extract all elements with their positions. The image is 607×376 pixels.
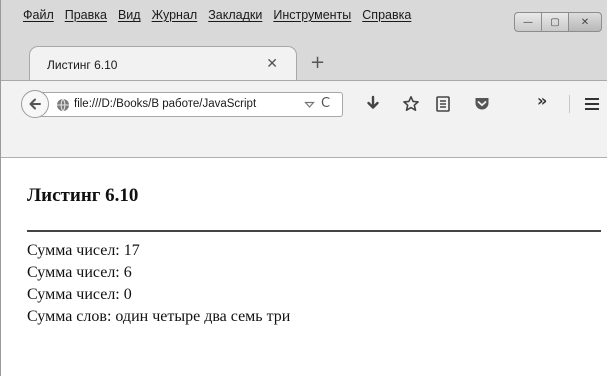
page-content: Листинг 6.10 Сумма чисел: 17 Сумма чисел… <box>1 158 607 376</box>
menu-tools[interactable]: Инструменты <box>273 8 351 22</box>
output-line: Сумма чисел: 0 <box>27 286 132 303</box>
download-icon <box>367 95 379 109</box>
reading-list-button[interactable] <box>432 93 454 115</box>
maximize-icon: ▢ <box>550 16 560 28</box>
menu-bookmarks[interactable]: Закладки <box>208 8 262 22</box>
reload-icon[interactable]: C <box>321 96 330 111</box>
menu-view[interactable]: Вид <box>118 8 141 22</box>
close-icon: ✕ <box>580 16 590 28</box>
hamburger-menu-icon <box>585 98 599 110</box>
back-arrow-icon <box>29 98 41 110</box>
menu-bar: Файл Правка Вид Журнал Закладки Инструме… <box>1 0 607 40</box>
output-line: Сумма чисел: 6 <box>27 264 132 281</box>
menu-button[interactable] <box>581 93 603 115</box>
download-button[interactable] <box>362 93 384 115</box>
reading-list-icon <box>436 96 450 112</box>
bookmark-star-icon <box>403 96 419 111</box>
minimize-button[interactable]: — <box>514 12 542 32</box>
menu-help[interactable]: Справка <box>362 8 411 22</box>
pocket-icon <box>475 98 489 110</box>
horizontal-rule <box>27 230 601 232</box>
minimize-icon: — <box>523 16 533 28</box>
url-text[interactable]: file:///D:/Books/В работе/JavaScript <box>74 98 294 110</box>
new-tab-button[interactable]: + <box>310 52 325 73</box>
menu-items: Файл Правка Вид Журнал Закладки Инструме… <box>23 8 422 22</box>
globe-icon <box>57 98 69 112</box>
tab-active[interactable]: Листинг 6.10 ✕ <box>29 46 297 80</box>
navigation-toolbar: file:///D:/Books/В работе/JavaScript C » <box>1 80 607 126</box>
overflow-icon[interactable]: » <box>537 91 547 110</box>
bookmark-button[interactable] <box>400 93 422 115</box>
output-line: Сумма слов: один четыре два семь три <box>27 308 291 325</box>
toolbar-area <box>1 126 607 158</box>
maximize-button[interactable]: ▢ <box>541 12 569 32</box>
dropdown-icon[interactable] <box>304 99 315 110</box>
page-heading: Листинг 6.10 <box>27 185 139 206</box>
tab-close-icon[interactable]: ✕ <box>266 56 278 72</box>
output-line: Сумма чисел: 17 <box>27 242 140 259</box>
tab-title: Листинг 6.10 <box>47 58 118 72</box>
back-button[interactable] <box>21 90 49 118</box>
output-lines: Сумма чисел: 17 Сумма чисел: 6 Сумма чис… <box>27 240 290 328</box>
toolbar-divider <box>569 95 570 113</box>
menu-edit[interactable]: Правка <box>65 8 107 22</box>
pocket-button[interactable] <box>471 93 493 115</box>
close-window-button[interactable]: ✕ <box>568 12 602 32</box>
url-bar[interactable]: file:///D:/Books/В работе/JavaScript C <box>37 92 343 117</box>
browser-window: Файл Правка Вид Журнал Закладки Инструме… <box>0 0 607 376</box>
window-controls: — ▢ ✕ <box>514 12 602 32</box>
menu-file[interactable]: Файл <box>23 8 54 22</box>
tab-strip: Листинг 6.10 ✕ + <box>1 40 607 80</box>
menu-history[interactable]: Журнал <box>152 8 198 22</box>
